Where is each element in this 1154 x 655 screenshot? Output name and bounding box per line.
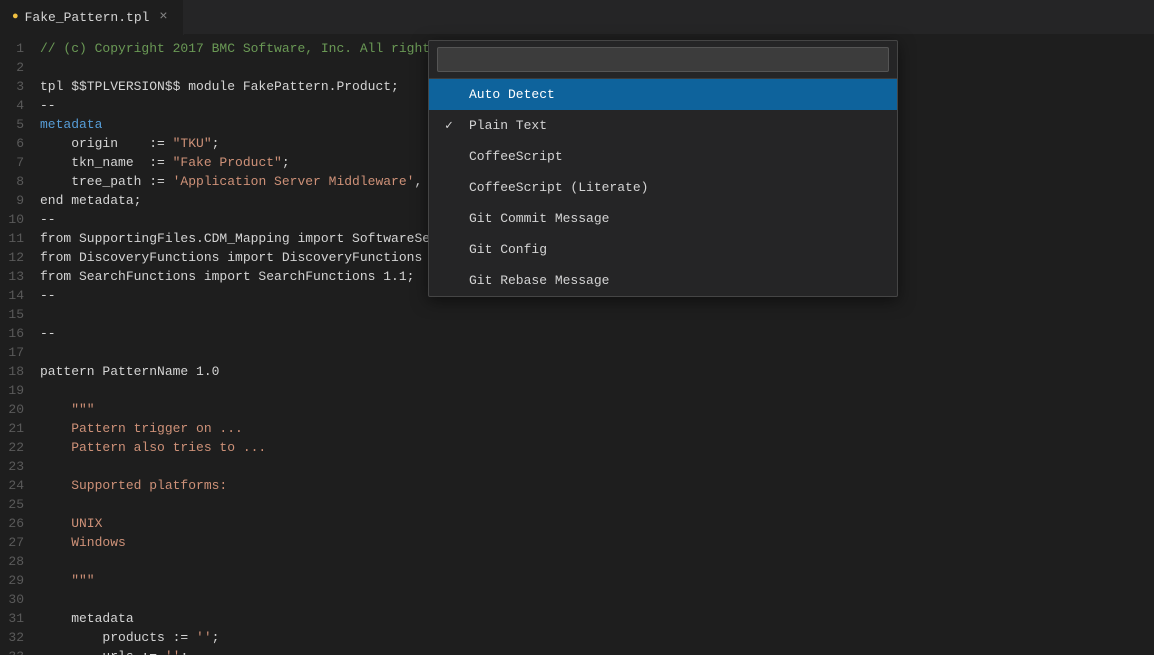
file-tab-label: Fake_Pattern.tpl: [25, 10, 150, 25]
table-row: 28: [0, 552, 1154, 571]
language-option-label: CoffeeScript: [469, 149, 881, 164]
language-search-input[interactable]: [437, 47, 889, 72]
table-row: 33 urls := '';: [0, 647, 1154, 655]
language-option-label: Plain Text: [469, 118, 881, 133]
language-option-label: Auto Detect: [469, 87, 881, 102]
language-option-git-config[interactable]: Git Config: [429, 234, 897, 265]
table-row: 29 """: [0, 571, 1154, 590]
language-dropdown[interactable]: Auto Detect ✓ Plain Text CoffeeScript Co…: [428, 40, 898, 297]
table-row: 15: [0, 305, 1154, 324]
table-row: 19: [0, 381, 1154, 400]
table-row: 18 pattern PatternName 1.0: [0, 362, 1154, 381]
language-option-label: Git Commit Message: [469, 211, 881, 226]
language-option-git-commit-message[interactable]: Git Commit Message: [429, 203, 897, 234]
language-option-auto-detect[interactable]: Auto Detect: [429, 79, 897, 110]
table-row: 23: [0, 457, 1154, 476]
table-row: 26 UNIX: [0, 514, 1154, 533]
language-option-label: Git Rebase Message: [469, 273, 881, 288]
language-option-label: CoffeeScript (Literate): [469, 180, 881, 195]
table-row: 30: [0, 590, 1154, 609]
main-content: 1 // (c) Copyright 2017 BMC Software, In…: [0, 35, 1154, 655]
language-option-coffeescript-literate[interactable]: CoffeeScript (Literate): [429, 172, 897, 203]
table-row: 27 Windows: [0, 533, 1154, 552]
table-row: 21 Pattern trigger on ...: [0, 419, 1154, 438]
table-row: 20 """: [0, 400, 1154, 419]
language-option-git-rebase-message[interactable]: Git Rebase Message: [429, 265, 897, 296]
file-tab-icon: ●: [12, 11, 19, 23]
table-row: 31 metadata: [0, 609, 1154, 628]
table-row: 16 --: [0, 324, 1154, 343]
table-row: 25: [0, 495, 1154, 514]
table-row: 32 products := '';: [0, 628, 1154, 647]
dropdown-search-container: [429, 41, 897, 79]
language-option-coffeescript[interactable]: CoffeeScript: [429, 141, 897, 172]
language-option-plain-text[interactable]: ✓ Plain Text: [429, 110, 897, 141]
table-row: 24 Supported platforms:: [0, 476, 1154, 495]
file-tab[interactable]: ● Fake_Pattern.tpl ×: [0, 0, 184, 35]
tab-close-button[interactable]: ×: [155, 9, 171, 25]
tab-bar: ● Fake_Pattern.tpl ×: [0, 0, 1154, 35]
table-row: 22 Pattern also tries to ...: [0, 438, 1154, 457]
checkmark-plain-text: ✓: [445, 118, 461, 133]
language-option-label: Git Config: [469, 242, 881, 257]
table-row: 17: [0, 343, 1154, 362]
